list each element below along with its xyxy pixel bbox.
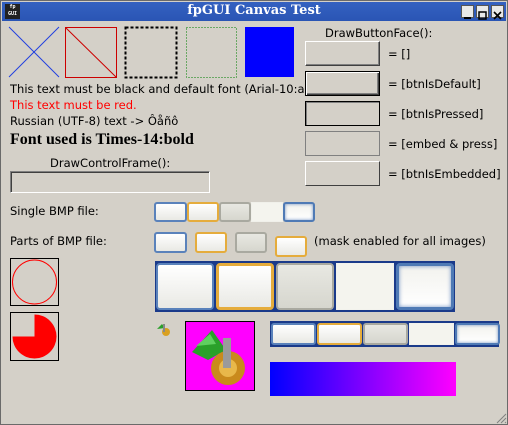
parts-bmp-label: Parts of BMP file: — [10, 234, 107, 248]
small-button-normal — [271, 323, 316, 345]
bmp-button-normal — [154, 202, 187, 222]
small-button-default — [317, 323, 362, 345]
button-face-plain[interactable] — [305, 41, 380, 66]
app-image-icon — [157, 324, 170, 336]
blue-filled-rectangle — [245, 27, 294, 77]
small-button-flat — [409, 323, 454, 345]
bmp-part-pressed — [235, 232, 267, 253]
resize-grip-icon[interactable] — [495, 412, 507, 424]
times-text-line: Font used is Times-14:bold — [10, 131, 194, 148]
button-face-embedded[interactable] — [305, 161, 380, 186]
minimize-icon — [464, 17, 471, 19]
dashed-rectangle-shape — [124, 26, 178, 79]
large-app-image-icon — [192, 330, 245, 385]
title-bar[interactable]: fp GUI fpGUI Canvas Test — [2, 2, 506, 21]
blue-cross-shape — [8, 26, 60, 78]
minimize-button[interactable] — [461, 5, 474, 19]
red-pie-shape — [12, 314, 57, 359]
bmp-button-pressed — [219, 202, 251, 222]
red-text-line: This text must be red. — [10, 98, 137, 112]
maximize-button[interactable] — [476, 5, 489, 20]
stretched-button-hover — [396, 263, 454, 310]
mask-note: (mask enabled for all images) — [314, 234, 486, 248]
single-bmp-label: Single BMP file: — [10, 204, 99, 218]
close-icon — [493, 11, 502, 20]
shapes-row — [8, 26, 294, 79]
control-frame — [10, 171, 210, 193]
russian-text-line: Russian (UTF-8) text -> Ôåñô — [10, 114, 179, 128]
maximize-icon — [478, 11, 487, 20]
gradient-bar — [270, 362, 456, 396]
small-button-hover — [455, 323, 500, 345]
large-icon-frame — [185, 321, 255, 391]
bmp-button-flat — [251, 202, 283, 222]
button-face-label: = [btnIsPressed] — [388, 107, 484, 121]
bmp-button-hover — [283, 202, 315, 222]
bmp-button-default — [187, 202, 219, 222]
arc-shapes — [10, 258, 59, 361]
stretched-button-default — [216, 263, 274, 310]
canvas-test-window: fp GUI fpGUI Canvas Test This text must … — [0, 0, 508, 425]
button-face-embed-press[interactable] — [305, 131, 380, 156]
red-circle-outline — [12, 259, 57, 305]
window-title: fpGUI Canvas Test — [187, 3, 321, 18]
button-face-label: = [btnIsDefault] — [388, 77, 481, 91]
stretched-button-normal — [156, 263, 214, 310]
small-button-pressed — [363, 323, 408, 345]
button-face-default[interactable] — [305, 71, 380, 96]
bmp-part-default — [195, 232, 227, 253]
black-text-line: This text must be black and default font… — [10, 82, 307, 96]
close-button[interactable] — [491, 5, 504, 20]
button-face-label: = [embed & press] — [388, 137, 498, 151]
draw-control-frame-label: DrawControlFrame(): — [50, 156, 171, 170]
button-face-label: = [btnIsEmbedded] — [388, 167, 501, 181]
bmp-part-normal — [154, 232, 187, 253]
stretched-button-pressed — [276, 263, 334, 310]
stretched-button-flat — [336, 263, 394, 310]
draw-button-face-label: DrawButtonFace(): — [325, 26, 433, 40]
bmp-part-offset — [275, 236, 307, 257]
dotted-rectangle-shape — [186, 27, 237, 78]
button-face-pressed[interactable] — [305, 101, 380, 126]
red-rectangle-shape — [65, 27, 117, 78]
button-face-label: = [] — [388, 47, 411, 61]
arc-frame — [10, 258, 59, 306]
